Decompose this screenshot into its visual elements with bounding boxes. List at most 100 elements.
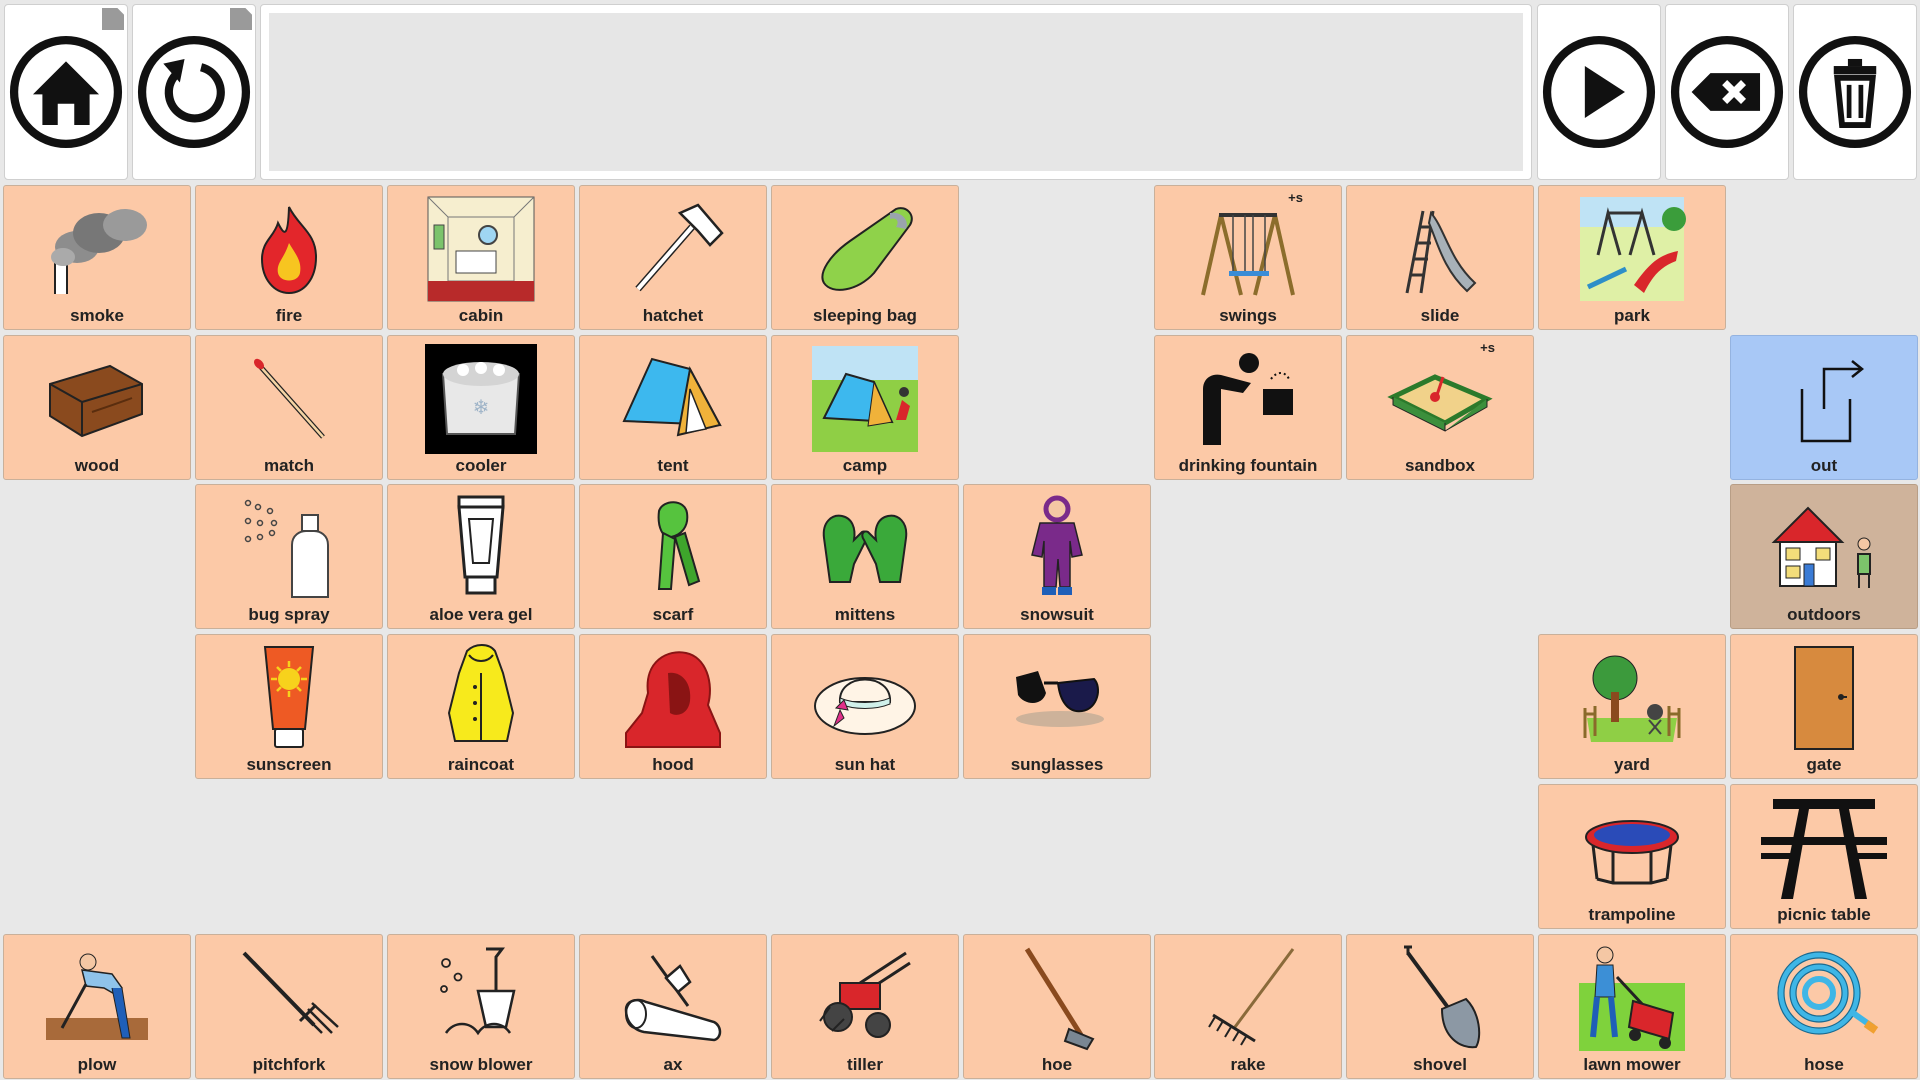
cell-label: lawn mower — [1583, 1055, 1681, 1074]
cell-pitchfork[interactable]: pitchfork — [195, 934, 383, 1079]
cell-out[interactable]: out — [1730, 335, 1918, 480]
cell-label: scarf — [652, 605, 694, 624]
cell-picnic-table[interactable]: picnic table — [1730, 784, 1918, 929]
undo-button[interactable] — [132, 4, 256, 180]
aloe-vera-gel-icon — [457, 495, 505, 595]
corner-fold-icon — [102, 8, 124, 30]
smoke-icon — [51, 209, 147, 294]
tiller-icon — [819, 951, 911, 1038]
backspace-button[interactable] — [1665, 4, 1789, 180]
cabin-icon — [427, 196, 535, 302]
cell-label: tiller — [847, 1055, 883, 1074]
cell-match[interactable]: match — [195, 335, 383, 480]
cell-wood[interactable]: wood — [3, 335, 191, 480]
slide-icon — [1405, 210, 1477, 294]
cell-hatchet[interactable]: hatchet — [579, 185, 767, 330]
trash-icon — [1798, 35, 1912, 149]
cell-yard[interactable]: yard — [1538, 634, 1726, 779]
bug-spray-icon — [244, 499, 329, 598]
cell-tiller[interactable]: tiller — [771, 934, 959, 1079]
cell-drinking-fountain[interactable]: drinking fountain — [1154, 335, 1342, 480]
cell-sleeping-bag[interactable]: sleeping bag — [771, 185, 959, 330]
cell-label: snowsuit — [1020, 605, 1094, 624]
cell-label: tent — [657, 456, 689, 475]
cell-raincoat[interactable]: raincoat — [387, 634, 575, 779]
cell-hoe[interactable]: hoe — [963, 934, 1151, 1079]
speak-button[interactable] — [1537, 4, 1661, 180]
cell-sunglasses[interactable]: sunglasses — [963, 634, 1151, 779]
lawn-mower-icon — [1579, 946, 1685, 1051]
snow-blower-icon — [440, 947, 516, 1036]
cell-cabin[interactable]: cabin — [387, 185, 575, 330]
sleeping-bag-icon — [821, 207, 913, 291]
cell-label: cabin — [458, 306, 504, 325]
backspace-icon — [1670, 35, 1784, 149]
corner-fold-icon — [230, 8, 252, 30]
cell-label: cooler — [455, 456, 507, 475]
message-bar[interactable] — [260, 4, 1532, 180]
cell-label: sandbox — [1405, 456, 1475, 475]
cell-label: aloe vera gel — [429, 605, 533, 624]
cell-hood[interactable]: hood — [579, 634, 767, 779]
clear-button[interactable] — [1793, 4, 1917, 180]
cell-label: pitchfork — [252, 1055, 326, 1074]
mittens-icon — [822, 514, 908, 583]
hatchet-icon — [635, 203, 724, 292]
cell-aloe-vera-gel[interactable]: aloe vera gel — [387, 484, 575, 629]
cell-label: mittens — [834, 605, 896, 624]
park-icon — [1580, 197, 1686, 301]
cell-rake[interactable]: rake — [1154, 934, 1342, 1079]
rake-icon — [1208, 948, 1295, 1046]
cooler-icon: ❄ — [425, 344, 537, 454]
cell-swings[interactable]: +s swings — [1154, 185, 1342, 330]
sunglasses-icon — [1016, 671, 1104, 727]
cell-label: yard — [1614, 755, 1650, 774]
wood-icon — [49, 364, 143, 438]
cell-lawn-mower[interactable]: lawn mower — [1538, 934, 1726, 1079]
cell-label: ax — [663, 1055, 683, 1074]
hoe-icon — [1024, 947, 1095, 1051]
cell-park[interactable]: park — [1538, 185, 1726, 330]
cell-trampoline[interactable]: trampoline — [1538, 784, 1726, 929]
cell-sandbox[interactable]: +s sandbox — [1346, 335, 1534, 480]
cell-snow-blower[interactable]: snow blower — [387, 934, 575, 1079]
home-button[interactable] — [4, 4, 128, 180]
plural-badge: +s — [1288, 190, 1303, 205]
cell-sun-hat[interactable]: sun hat — [771, 634, 959, 779]
fire-icon — [260, 206, 318, 295]
cell-bug-spray[interactable]: bug spray — [195, 484, 383, 629]
cell-scarf[interactable]: scarf — [579, 484, 767, 629]
cell-label: park — [1614, 306, 1650, 325]
cell-gate[interactable]: gate — [1730, 634, 1918, 779]
cell-hose[interactable]: hose — [1730, 934, 1918, 1079]
ax-icon — [624, 955, 722, 1042]
cell-shovel[interactable]: shovel — [1346, 934, 1534, 1079]
raincoat-icon — [447, 644, 515, 742]
cell-label: sleeping bag — [813, 306, 917, 325]
cell-label: outdoors — [1787, 605, 1861, 624]
swings-icon — [1201, 213, 1295, 296]
cell-tent[interactable]: tent — [579, 335, 767, 480]
cell-label: sunglasses — [1010, 755, 1104, 774]
cell-ax[interactable]: ax — [579, 934, 767, 1079]
cell-label: fire — [275, 306, 303, 325]
cell-fire[interactable]: fire — [195, 185, 383, 330]
cell-outdoors[interactable]: outdoors — [1730, 484, 1918, 629]
cell-label: sunscreen — [246, 755, 332, 774]
cell-smoke[interactable]: smoke — [3, 185, 191, 330]
cell-mittens[interactable]: mittens — [771, 484, 959, 629]
undo-icon — [137, 35, 251, 149]
cell-label: trampoline — [1588, 905, 1676, 924]
cell-label: snow blower — [429, 1055, 533, 1074]
cell-camp[interactable]: camp — [771, 335, 959, 480]
cell-label: hose — [1804, 1055, 1844, 1074]
cell-label: picnic table — [1777, 905, 1871, 924]
cell-label: hatchet — [642, 306, 704, 325]
cell-cooler[interactable]: ❄ cooler — [387, 335, 575, 480]
cell-slide[interactable]: slide — [1346, 185, 1534, 330]
cell-snowsuit[interactable]: snowsuit — [963, 484, 1151, 629]
drinking-fountain-icon — [1203, 353, 1293, 445]
cell-sunscreen[interactable]: sunscreen — [195, 634, 383, 779]
cell-plow[interactable]: plow — [3, 934, 191, 1079]
cell-label: gate — [1806, 755, 1842, 774]
